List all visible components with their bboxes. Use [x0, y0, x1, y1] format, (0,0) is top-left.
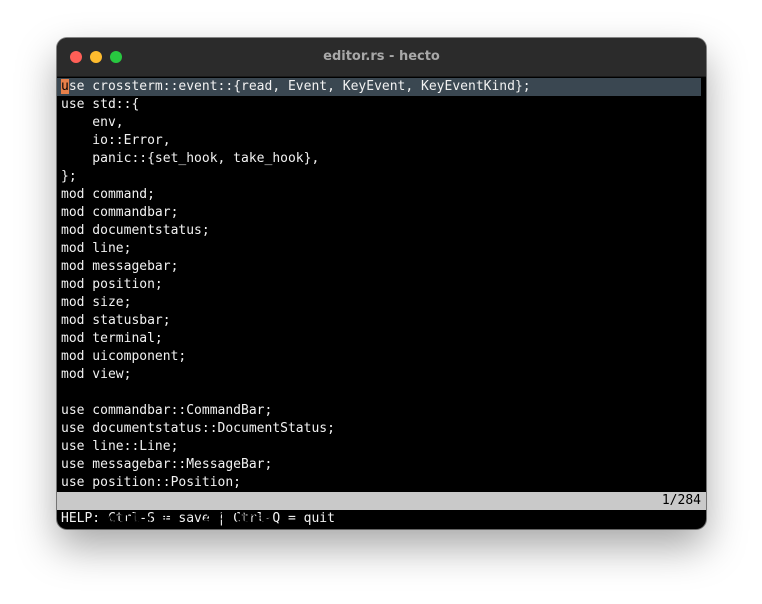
code-line[interactable]: mod uicomponent;: [57, 348, 706, 366]
code-line[interactable]: mod command;: [57, 186, 706, 204]
editor-view[interactable]: use crossterm::event::{read, Event, KeyE…: [57, 78, 706, 529]
code-line[interactable]: use line::Line;: [57, 438, 706, 456]
code-line[interactable]: [57, 384, 706, 402]
status-file-info: editor.rs - 284 lines: [107, 511, 273, 526]
code-line-text: se crossterm::event::{read, Event, KeyEv…: [68, 79, 531, 94]
code-line[interactable]: mod position;: [57, 276, 706, 294]
window-title: editor.rs - hecto: [323, 49, 440, 64]
code-line[interactable]: mod terminal;: [57, 330, 706, 348]
code-line-current[interactable]: use crossterm::event::{read, Event, KeyE…: [57, 78, 701, 96]
code-line[interactable]: use documentstatus::DocumentStatus;: [57, 420, 706, 438]
status-position: 1/284: [661, 493, 701, 508]
code-line[interactable]: panic::{set_hook, take_hook},: [57, 150, 706, 168]
status-bar: editor.rs - 284 lines 1/284: [57, 492, 706, 526]
code-line[interactable]: mod line;: [57, 240, 706, 258]
code-line[interactable]: use position::Position;: [57, 474, 706, 492]
code-line[interactable]: mod statusbar;: [57, 312, 706, 330]
code-line[interactable]: mod view;: [57, 366, 706, 384]
code-line[interactable]: use messagebar::MessageBar;: [57, 456, 706, 474]
code-line[interactable]: mod documentstatus;: [57, 222, 706, 240]
code-line[interactable]: io::Error,: [57, 132, 706, 150]
code-line[interactable]: use std::{: [57, 96, 706, 114]
code-line[interactable]: use commandbar::CommandBar;: [57, 402, 706, 420]
code-line[interactable]: env,: [57, 114, 706, 132]
code-line[interactable]: mod commandbar;: [57, 204, 706, 222]
title-bar[interactable]: editor.rs - hecto: [57, 38, 706, 77]
code-line[interactable]: mod size;: [57, 294, 706, 312]
text-cursor: u: [61, 79, 69, 94]
terminal-window: editor.rs - hecto use crossterm::event::…: [57, 38, 706, 529]
code-line[interactable]: };: [57, 168, 706, 186]
code-lines: use std::{ env, io::Error, panic::{set_h…: [57, 96, 706, 492]
code-line[interactable]: mod messagebar;: [57, 258, 706, 276]
